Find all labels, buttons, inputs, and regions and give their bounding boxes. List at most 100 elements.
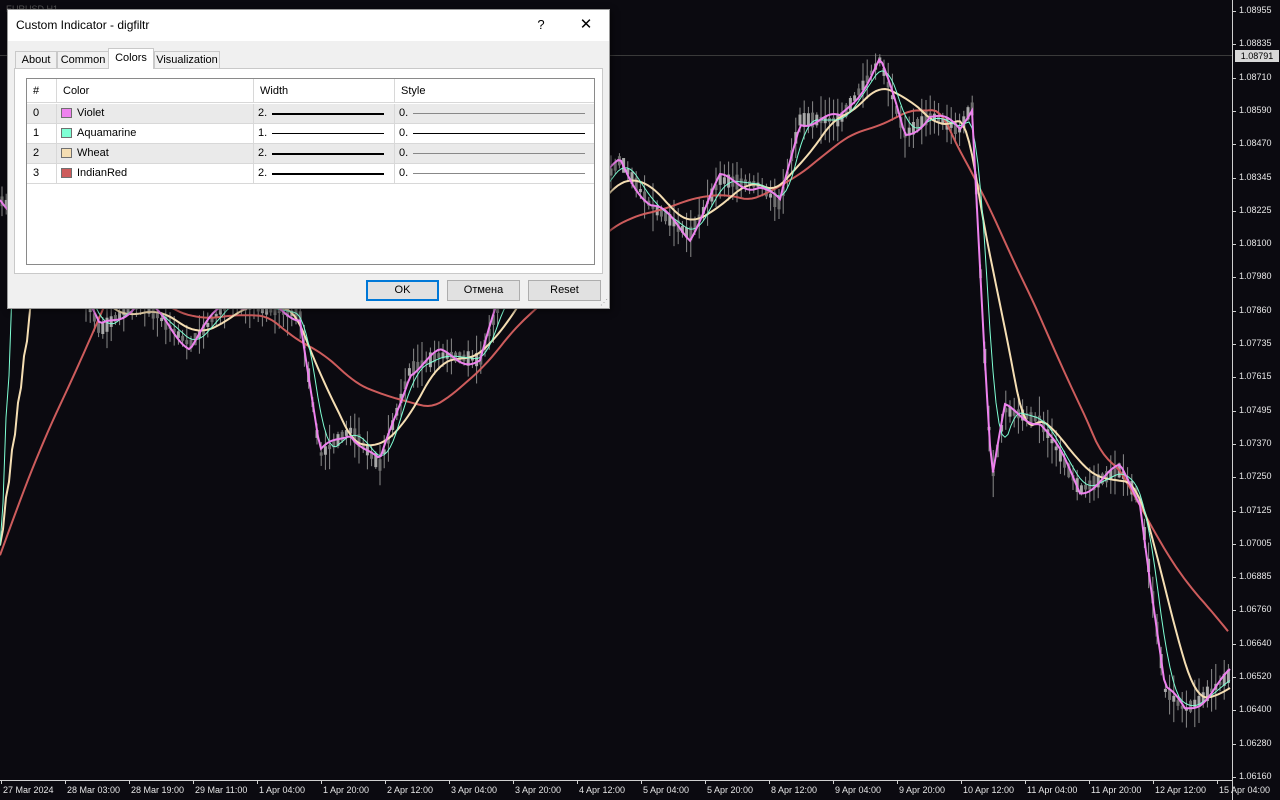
table-row[interactable]: 3 IndianRed 2. 0. <box>27 164 594 184</box>
candle-body <box>185 340 189 345</box>
price-label: 1.08225 <box>1239 204 1272 215</box>
width-line-sample <box>272 173 384 175</box>
time-label: 3 Apr 04:00 <box>451 785 498 795</box>
color-swatch <box>61 128 72 138</box>
header-index: # <box>27 79 57 103</box>
color-name: Aquamarine <box>77 127 137 139</box>
time-label: 5 Apr 20:00 <box>707 785 754 795</box>
style-cell[interactable]: 0. <box>395 104 594 123</box>
time-label: 10 Apr 12:00 <box>963 785 1015 795</box>
candle-body <box>769 193 773 198</box>
color-name: IndianRed <box>77 167 128 179</box>
style-line-sample <box>413 153 585 154</box>
color-cell[interactable]: IndianRed <box>57 164 254 183</box>
tab-about[interactable]: About <box>15 51 57 68</box>
width-value: 2. <box>258 167 268 179</box>
width-cell[interactable]: 1. <box>254 124 395 143</box>
time-label: 3 Apr 20:00 <box>515 785 562 795</box>
width-line-sample <box>272 133 384 134</box>
price-label: 1.07735 <box>1239 338 1272 348</box>
dialog-title: Custom Indicator - digfiltr <box>16 18 150 32</box>
style-value: 0. <box>399 167 409 179</box>
price-label: 1.07495 <box>1239 404 1272 415</box>
style-value: 0. <box>399 147 409 159</box>
price-tick <box>1232 543 1236 545</box>
color-cell[interactable]: Aquamarine <box>57 124 254 143</box>
style-line-sample <box>413 113 585 114</box>
price-tick <box>1232 510 1236 512</box>
candle-body <box>798 114 802 126</box>
time-label: 12 Apr 12:00 <box>1155 785 1207 795</box>
time-tick <box>321 780 322 784</box>
price-tick <box>1232 443 1236 445</box>
table-row[interactable]: 0 Violet 2. 0. <box>27 104 594 124</box>
price-label: 1.07615 <box>1239 371 1272 382</box>
price-label: 1.06885 <box>1239 571 1272 582</box>
candle-body <box>1084 484 1088 490</box>
table-row[interactable]: 2 Wheat 2. 0. <box>27 144 594 164</box>
time-scale[interactable]: 27 Mar 2024 28 Mar 03:00 28 Mar 19:00 29 Ma… <box>0 780 1270 800</box>
help-button[interactable]: ? <box>526 12 556 38</box>
time-tick <box>1 780 2 784</box>
color-cell[interactable]: Violet <box>57 104 254 123</box>
candle-body <box>328 444 332 450</box>
style-value: 0. <box>399 127 409 139</box>
candle-body <box>1176 700 1180 706</box>
close-button[interactable]: ✕ <box>571 12 601 38</box>
cancel-button[interactable]: Отмена <box>447 280 520 301</box>
width-line-sample <box>272 113 384 115</box>
custom-indicator-dialog: Custom Indicator - digfiltr ? ✕ About Co… <box>7 9 610 309</box>
price-tick <box>1232 244 1236 246</box>
current-price-badge: 1.08791 <box>1235 50 1279 62</box>
width-value: 2. <box>258 147 268 159</box>
price-label: 1.06640 <box>1239 637 1272 648</box>
price-tick <box>1232 310 1236 312</box>
candle-body <box>1189 700 1193 712</box>
time-label: 1 Apr 20:00 <box>323 785 370 795</box>
price-label: 1.07860 <box>1239 304 1272 315</box>
time-label: 11 Apr 04:00 <box>1027 785 1078 795</box>
price-tick <box>1232 710 1236 712</box>
price-label: 1.08100 <box>1239 238 1272 249</box>
time-label: 4 Apr 12:00 <box>579 785 626 795</box>
candle-body <box>1054 446 1058 451</box>
time-tick <box>257 780 258 784</box>
width-cell[interactable]: 2. <box>254 104 395 123</box>
tab-colors[interactable]: Colors <box>108 48 154 69</box>
price-label: 1.07125 <box>1239 504 1272 515</box>
time-label: 15 Apr 04:00 <box>1219 785 1271 795</box>
candle-body <box>210 318 214 323</box>
candle-body <box>340 431 344 442</box>
time-tick <box>1089 780 1090 784</box>
style-cell[interactable]: 0. <box>395 124 594 143</box>
price-tick <box>1232 277 1236 279</box>
time-tick <box>385 780 386 784</box>
style-line-sample <box>413 173 585 174</box>
time-tick <box>577 780 578 784</box>
width-cell[interactable]: 2. <box>254 164 395 183</box>
resize-grip-icon[interactable]: ⋰ <box>600 298 608 307</box>
tab-visualization[interactable]: Visualization <box>154 51 220 68</box>
candle-body <box>181 335 185 341</box>
tab-common[interactable]: Common <box>57 51 109 68</box>
price-scale[interactable]: 1.08955 1.08835 1.08710 1.08590 1.08470 1.083… <box>1232 0 1280 800</box>
width-cell[interactable]: 2. <box>254 144 395 163</box>
price-tick <box>1232 776 1236 778</box>
table-row[interactable]: 1 Aquamarine 1. 0. <box>27 124 594 144</box>
ok-button[interactable]: OK <box>366 280 439 301</box>
price-label: 1.06280 <box>1239 737 1272 748</box>
price-tick <box>1232 144 1236 146</box>
dialog-titlebar[interactable]: Custom Indicator - digfiltr ? ✕ <box>8 10 609 41</box>
candle-body <box>722 177 726 184</box>
candle-body <box>206 323 210 327</box>
style-cell[interactable]: 0. <box>395 164 594 183</box>
price-label: 1.08710 <box>1239 71 1272 82</box>
style-cell[interactable]: 0. <box>395 144 594 163</box>
width-value: 2. <box>258 107 268 119</box>
time-tick <box>961 780 962 784</box>
color-cell[interactable]: Wheat <box>57 144 254 163</box>
reset-button[interactable]: Reset <box>528 280 601 301</box>
candle-body <box>437 353 441 359</box>
candle-body <box>160 317 164 322</box>
time-tick <box>705 780 706 784</box>
